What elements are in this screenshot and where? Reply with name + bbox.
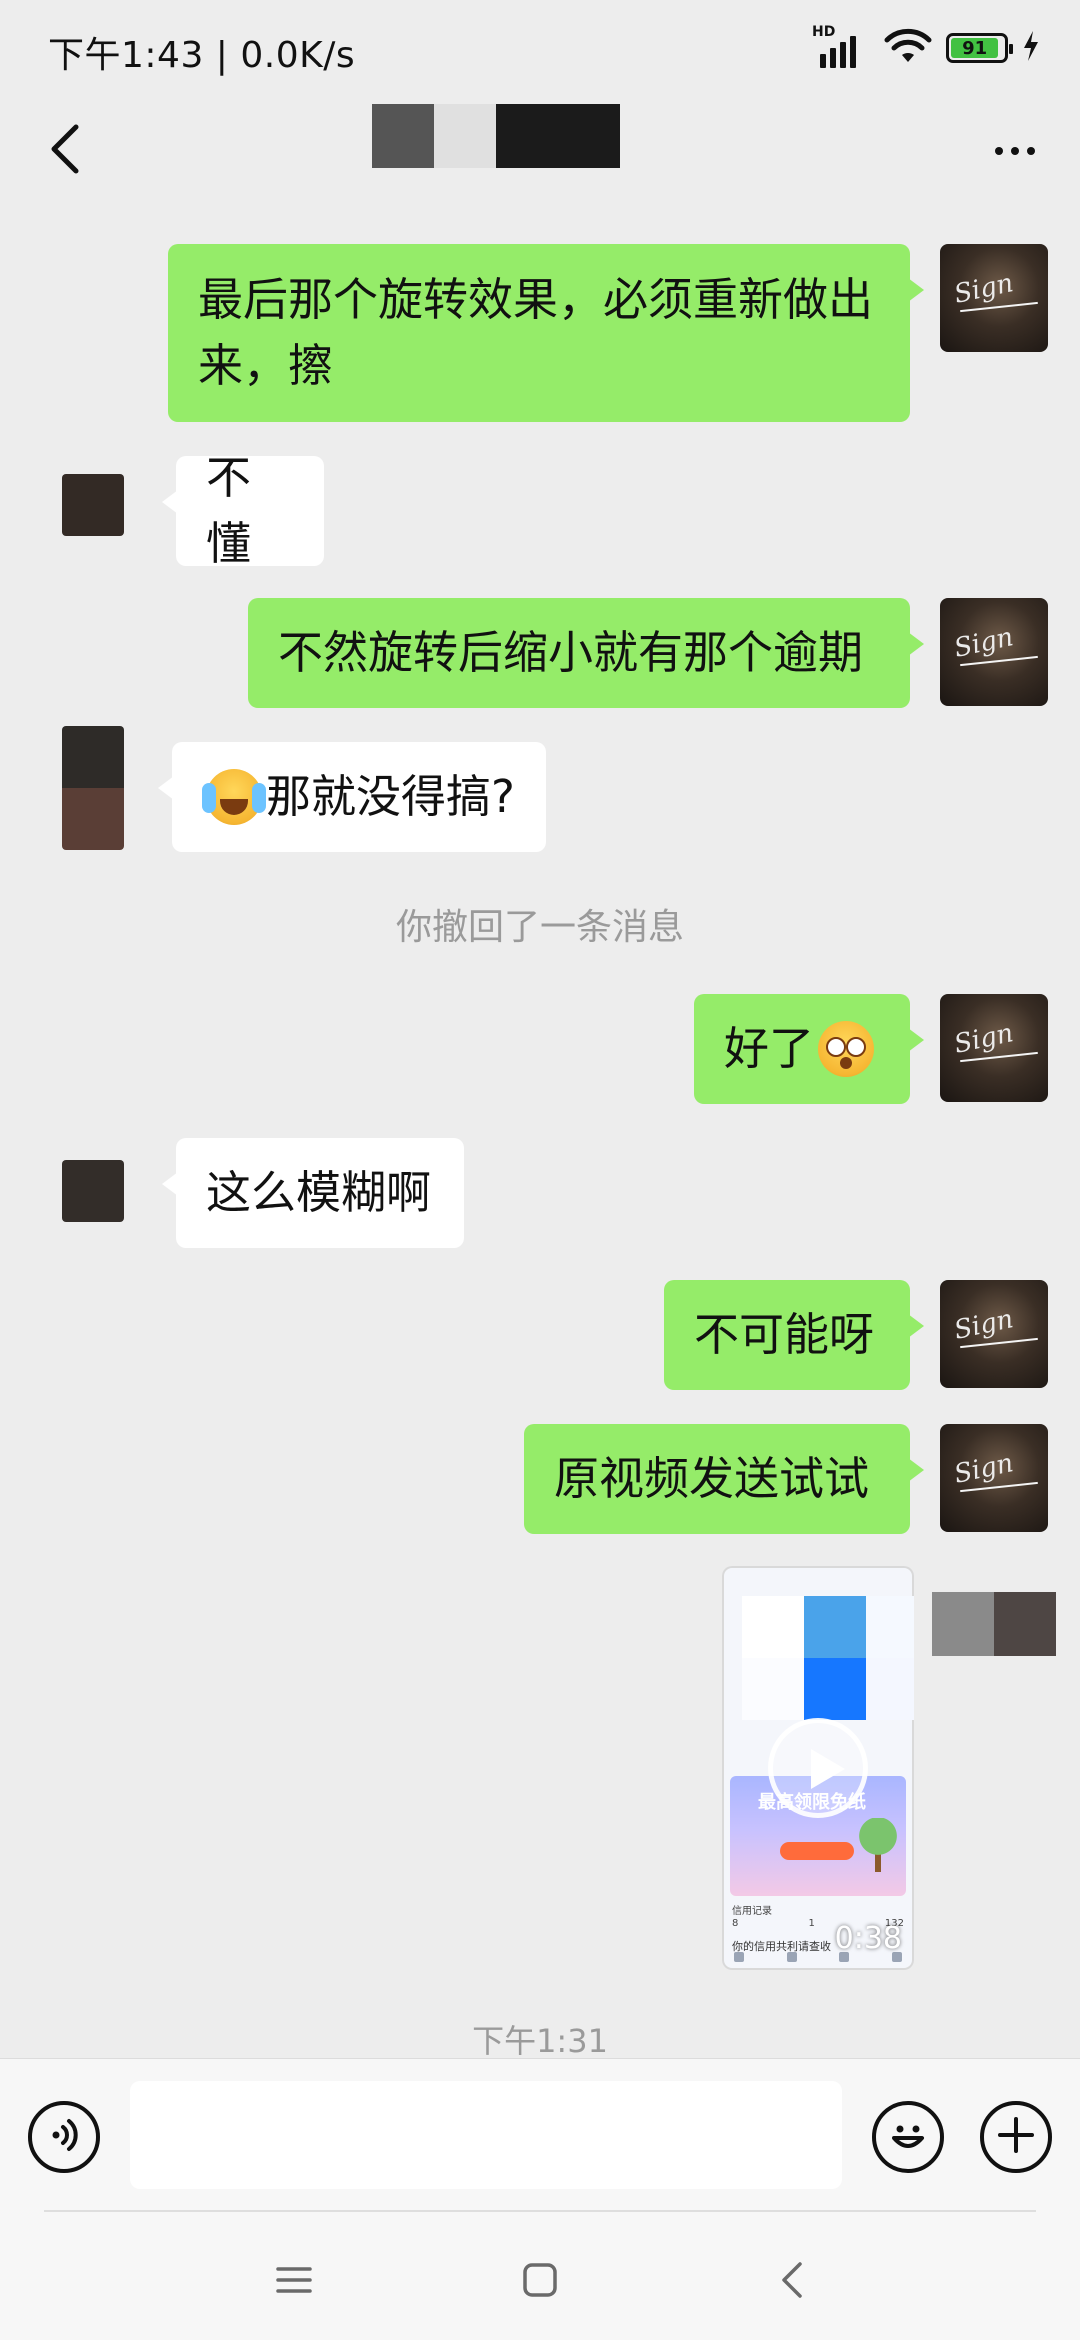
message-text: 不可能呀	[694, 1308, 875, 1361]
video-thumb-stat: 1	[808, 1918, 815, 1929]
avatar[interactable]: Sign	[940, 994, 1048, 1102]
video-duration: 0:38	[834, 1921, 902, 1956]
video-thumb-stat: 8	[732, 1918, 739, 1929]
voice-icon	[44, 2115, 84, 2159]
avatar-blurred	[994, 1592, 1056, 1656]
smiley-icon	[883, 2110, 933, 2164]
message-bubble-sent[interactable]: 不然旋转后缩小就有那个逾期	[248, 598, 924, 708]
chat-header	[0, 96, 1080, 208]
message-text: 最后那个旋转效果，必须重新做出	[198, 273, 874, 326]
message-text: 不懂	[206, 451, 252, 570]
system-back-button[interactable]	[762, 2252, 822, 2312]
avatar[interactable]: Sign	[940, 598, 1048, 706]
astonished-face-icon	[818, 1021, 875, 1077]
avatar-blurred	[932, 1592, 994, 1656]
emoji-button[interactable]	[872, 2101, 944, 2173]
avatar[interactable]: Sign	[940, 244, 1048, 352]
chat-screen: 下午1:43 | 0.0K/s HD 91 最后那个旋转效果，必须重新做出 来，…	[0, 0, 1080, 2340]
status-icons: HD 91	[812, 24, 1040, 70]
message-text: 好了	[724, 1022, 815, 1075]
status-time: 下午1:43 | 0.0K/s	[48, 35, 356, 76]
recalled-message-notice: 你撤回了一条消息	[395, 907, 684, 948]
message-bubble-received[interactable]: 那就没得搞?	[158, 742, 546, 852]
video-thumb-record-label: 信用记录	[732, 1906, 772, 1917]
message-text: 来，擦	[198, 339, 334, 392]
more-dots-icon	[995, 147, 1003, 155]
voice-button[interactable]	[28, 2101, 100, 2173]
avatar[interactable]	[62, 474, 124, 536]
chat-title-redacted	[372, 104, 620, 168]
avatar[interactable]	[62, 726, 124, 850]
avatar[interactable]: Sign	[940, 1280, 1048, 1388]
avatar[interactable]	[62, 1160, 124, 1222]
message-text: 原视频发送试试	[554, 1452, 870, 1505]
message-input-bar	[0, 2058, 1080, 2213]
message-text: 这么模糊啊	[206, 1166, 432, 1219]
system-navigation-bar	[0, 2212, 1080, 2340]
play-icon[interactable]	[768, 1718, 868, 1818]
plus-icon	[994, 2113, 1038, 2161]
back-button[interactable]	[30, 116, 100, 186]
message-bubble-sent[interactable]: 原视频发送试试	[524, 1424, 924, 1534]
home-square-icon	[522, 2262, 558, 2302]
video-message[interactable]: 最高领限免纸 信用记录 8 1 132 你的信用共利请查收 0:38	[722, 1566, 914, 1970]
chevron-left-icon	[48, 123, 82, 179]
message-input[interactable]	[130, 2081, 842, 2189]
recents-button[interactable]	[264, 2252, 324, 2312]
message-text: 不然旋转后缩小就有那个逾期	[278, 626, 864, 679]
charging-bolt-icon	[1022, 31, 1040, 65]
message-bubble-sent[interactable]: 好了	[694, 994, 924, 1104]
message-bubble-received[interactable]: 这么模糊啊	[162, 1138, 464, 1248]
home-button[interactable]	[510, 2252, 570, 2312]
status-bar: 下午1:43 | 0.0K/s HD 91	[0, 0, 1080, 96]
message-bubble-sent[interactable]: 最后那个旋转效果，必须重新做出 来，擦	[168, 244, 924, 422]
menu-icon	[276, 2265, 312, 2299]
crying-face-icon	[202, 769, 266, 825]
message-bubble-sent[interactable]: 不可能呀	[664, 1280, 924, 1390]
timestamp-divider: 下午1:31	[472, 2022, 608, 2060]
message-bubble-received[interactable]: 不懂	[162, 451, 324, 570]
avatar[interactable]: Sign	[940, 1424, 1048, 1532]
more-options-button[interactable]	[980, 116, 1050, 186]
message-text: 那就没得搞?	[266, 770, 515, 823]
signal-icon: HD	[812, 24, 870, 68]
back-triangle-icon	[780, 2260, 804, 2304]
more-actions-button[interactable]	[980, 2101, 1052, 2173]
battery-icon: 91	[946, 33, 1013, 63]
battery-level: 91	[951, 38, 999, 59]
wifi-icon	[884, 26, 932, 70]
